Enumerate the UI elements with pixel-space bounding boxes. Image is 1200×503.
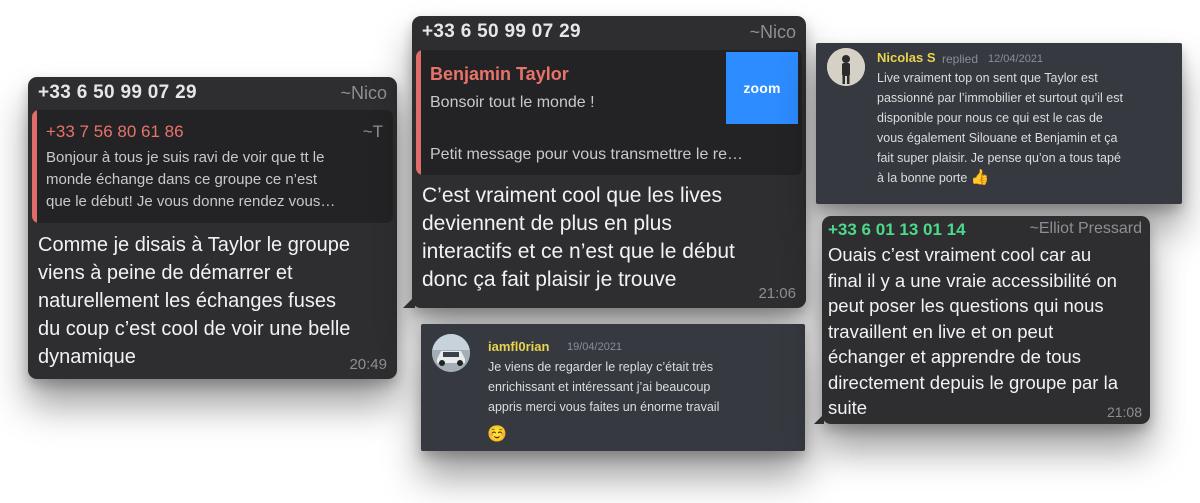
quoted-message[interactable]: Benjamin Taylor Bonsoir tout le monde ! … <box>416 50 802 175</box>
message-line: enrichissant et intéressant j’ai beaucou… <box>488 380 711 394</box>
sender-phone[interactable]: +33 6 50 99 07 29 <box>38 82 197 104</box>
thumbs-up-icon: 👍 <box>970 169 990 186</box>
message-line: final il y a une vraie accessibilité on <box>828 269 1117 291</box>
message-line: appris merci vous faites un énorme trava… <box>488 400 720 414</box>
quoted-sender-phone: +33 7 56 80 61 86 <box>46 122 184 141</box>
quoted-message[interactable]: +33 7 56 80 61 86 ~T Bonjour à tous je s… <box>32 110 393 223</box>
message-line: du coup c’est cool de voir une belle <box>38 318 351 340</box>
sender-phone[interactable]: +33 6 50 99 07 29 <box>422 21 581 43</box>
message-line: travaillent en live et on peut <box>828 320 1054 342</box>
quoted-sender-alias: ~T <box>362 122 383 141</box>
message-text: Je viens de regarder le replay c’était t… <box>488 357 798 417</box>
message-line: disponible pour nous ce qui est le cas d… <box>877 111 1103 125</box>
message-bubble-elliot[interactable]: +33 6 01 13 01 14 ~Elliot Pressard Ouais… <box>814 216 1150 424</box>
zoom-logo-thumbnail[interactable]: zoom <box>726 52 798 124</box>
message-text: Live vraiment top on sent que Taylor est… <box>877 68 1177 188</box>
car-icon <box>432 334 470 372</box>
username[interactable]: iamfl0rian <box>488 339 549 354</box>
quoted-line: monde échange dans ce groupe ce n’est <box>46 171 318 188</box>
quote-accent-bar <box>32 110 37 223</box>
message-line: Ouais c’est vraiment cool car au <box>828 244 1092 265</box>
quoted-line: Bonjour à tous je suis ravi de voir que … <box>46 149 325 166</box>
message-timestamp: 21:08 <box>1106 404 1142 420</box>
quoted-text: Bonjour à tous je suis ravi de voir que … <box>46 147 386 213</box>
message-line: vous également Silouane et Benjamin et ç… <box>877 131 1118 145</box>
message-line: suite <box>828 397 868 418</box>
message-text: Comme je disais à Taylor le groupe viens… <box>38 231 393 371</box>
reply-label: replied <box>942 52 979 66</box>
message-timestamp: 21:06 <box>758 285 796 302</box>
message-line: peut poser les questions qui nous <box>828 295 1104 316</box>
user-avatar[interactable] <box>827 48 865 86</box>
message-line: à la bonne porte 👍 <box>877 168 1177 188</box>
message-line: fait super plaisir. Je pense qu’on a tou… <box>877 151 1121 165</box>
sender-phone[interactable]: +33 6 01 13 01 14 <box>828 220 966 240</box>
message-date: 19/04/2021 <box>567 341 623 353</box>
message-line: Je viens de regarder le replay c’était t… <box>488 360 714 374</box>
message-line: naturellement les échanges fuses <box>38 290 336 312</box>
message-line: Live vraiment top on sent que Taylor est <box>877 71 1098 85</box>
sender-alias: ~Nico <box>749 22 796 42</box>
message-line: Comme je disais à Taylor le groupe <box>38 234 351 256</box>
bubble-tail <box>814 414 824 424</box>
person-icon <box>827 48 865 86</box>
quoted-sender-name: Benjamin Taylor <box>430 64 569 84</box>
message-line: deviennent de plus en plus <box>422 212 672 235</box>
discord-message-nicolas[interactable]: Nicolas S replied 12/04/2021 Live vraime… <box>816 43 1182 204</box>
discord-message-iamfl0rian[interactable]: iamfl0rian 19/04/2021 Je viens de regard… <box>421 324 805 451</box>
quote-accent-bar <box>416 50 421 175</box>
message-line: C’est vraiment cool que les lives <box>422 184 722 207</box>
message-line: directement depuis le groupe par la <box>828 371 1119 393</box>
quoted-line: Petit message pour vous transmettre le r… <box>430 146 744 163</box>
message-line: viens à peine de démarrer et <box>38 262 293 284</box>
message-line: dynamique <box>38 346 136 368</box>
username[interactable]: Nicolas S <box>877 50 936 65</box>
sender-alias: ~Nico <box>340 83 387 103</box>
message-text: C’est vraiment cool que les lives devien… <box>422 182 802 294</box>
message-bubble-nico-2[interactable]: +33 6 50 99 07 29 ~Nico Benjamin Taylor … <box>403 16 806 308</box>
quoted-line: que le début! Je vous donne rendez vous… <box>46 193 336 210</box>
smiling-face-icon: ☺️ <box>487 426 507 443</box>
message-date: 12/04/2021 <box>988 53 1044 65</box>
message-bubble-nico-1[interactable]: +33 6 50 99 07 29 ~Nico +33 7 56 80 61 8… <box>28 77 397 379</box>
message-line: échanger et apprendre de tous <box>828 346 1082 367</box>
message-line: passionné par l’immobilier et surtout qu… <box>877 91 1123 105</box>
message-line: interactifs et ce n’est que le début <box>422 240 735 263</box>
user-avatar[interactable] <box>432 334 470 372</box>
message-timestamp: 20:49 <box>349 356 387 373</box>
message-line: donc ça fait plaisir je trouve <box>422 268 677 291</box>
quoted-line: Bonsoir tout le monde ! <box>430 94 595 111</box>
message-text: Ouais c’est vraiment cool car au final i… <box>828 242 1146 421</box>
bubble-tail <box>403 296 415 308</box>
sender-alias: ~Elliot Pressard <box>1029 220 1143 237</box>
message-line-text: à la bonne porte <box>877 171 968 185</box>
